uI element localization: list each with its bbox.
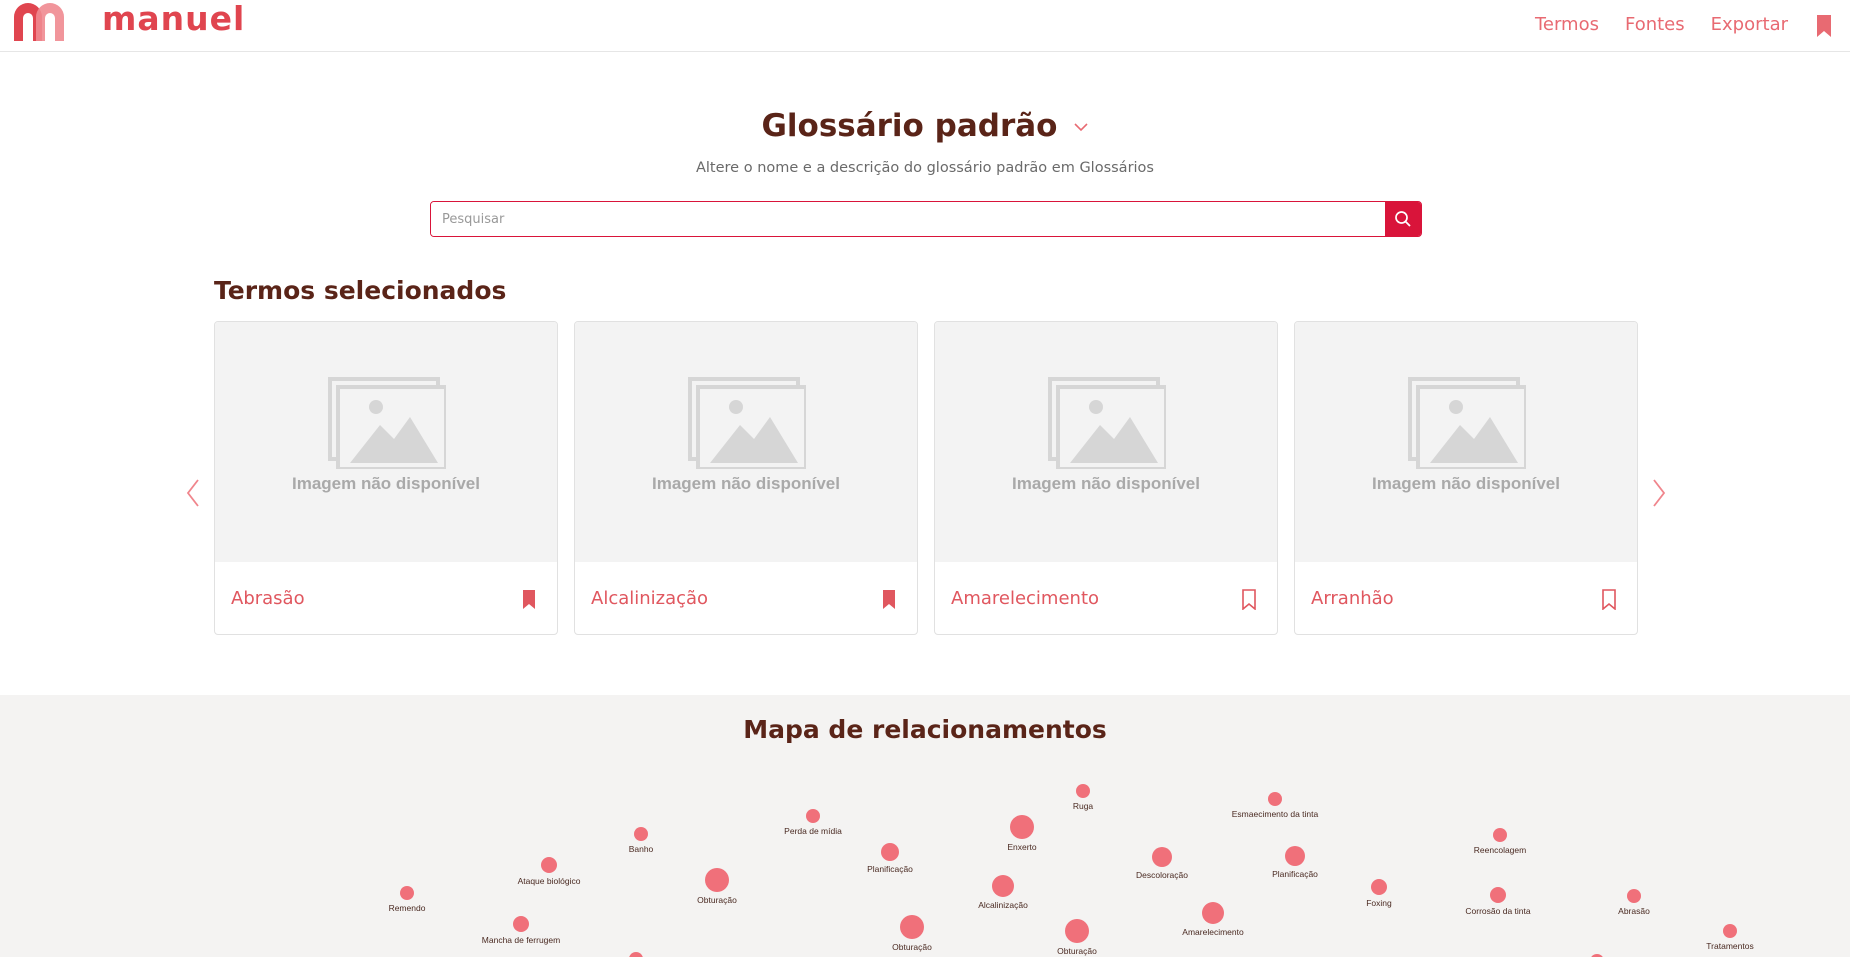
bookmark-outline-icon[interactable]: [1241, 589, 1257, 610]
map-node-dot[interactable]: [1490, 887, 1506, 903]
carousel-next-arrow-icon[interactable]: [1651, 478, 1667, 508]
map-node-dot[interactable]: [1065, 919, 1089, 943]
nav-fontes[interactable]: Fontes: [1625, 14, 1685, 35]
top-bar: manuel Termos Fontes Exportar: [0, 0, 1850, 52]
term-card[interactable]: Imagem não disponível Arranhão: [1294, 321, 1638, 635]
map-node-label: Banho: [628, 844, 654, 854]
map-node-dot[interactable]: [705, 868, 729, 892]
map-node-dot[interactable]: [1627, 889, 1641, 903]
image-unavailable-label: Imagem não disponível: [652, 474, 840, 493]
map-node-dot[interactable]: [881, 843, 899, 861]
map-node-label: Mancha de ferrugem: [481, 935, 561, 945]
map-node-dot[interactable]: [1371, 879, 1387, 895]
relationship-map: Mapa de relacionamentos Ruga Esmaecimento…: [0, 695, 1850, 957]
map-node-dot[interactable]: [513, 916, 529, 932]
map-node-label: Esmaecimento da tinta: [1231, 809, 1319, 819]
image-unavailable-icon: [688, 377, 806, 469]
map-node-label: Perda de mídia: [784, 826, 842, 836]
bookmark-icon[interactable]: [1814, 14, 1834, 38]
map-node-label: Alcalinização: [978, 900, 1028, 910]
map-node-label: Obturação: [892, 942, 932, 952]
image-unavailable-icon: [1408, 377, 1526, 469]
map-node-label: Amarelecimento: [1182, 927, 1244, 937]
image-unavailable-label: Imagem não disponível: [1372, 474, 1560, 493]
bookmark-outline-icon[interactable]: [1601, 589, 1617, 610]
page-title: Glossário padrão: [761, 108, 1058, 144]
term-card-title[interactable]: Arranhão: [1311, 588, 1394, 609]
map-node-label: Enxerto: [1007, 842, 1037, 852]
map-node-dot[interactable]: [400, 886, 414, 900]
map-node-dot[interactable]: [1152, 847, 1172, 867]
map-node-label: Ruga: [1072, 801, 1094, 811]
image-unavailable-label: Imagem não disponível: [1012, 474, 1200, 493]
nav-termos[interactable]: Termos: [1535, 14, 1599, 35]
image-placeholder: Imagem não disponível: [575, 322, 917, 562]
section-title-selected-terms: Termos selecionados: [214, 276, 507, 305]
image-placeholder: Imagem não disponível: [935, 322, 1277, 562]
search-input[interactable]: [431, 202, 1385, 236]
term-card[interactable]: Imagem não disponível Alcalinização: [574, 321, 918, 635]
map-node-label: Planificação: [1272, 869, 1318, 879]
glossary-subtitle: Altere o nome e a descrição do glossário…: [695, 160, 1154, 176]
map-node-dot[interactable]: [1010, 815, 1034, 839]
map-node-dot[interactable]: [1202, 902, 1224, 924]
map-node-label: Reencolagem: [1473, 845, 1527, 855]
image-unavailable-icon: [328, 377, 446, 469]
bookmark-filled-icon[interactable]: [521, 589, 537, 610]
map-node-label: Descoloração: [1136, 870, 1188, 880]
map-node-dot[interactable]: [1076, 784, 1090, 798]
search-button[interactable]: [1385, 202, 1421, 236]
search-bar: [430, 201, 1422, 237]
image-unavailable-label: Imagem não disponível: [292, 474, 480, 493]
logo-text: manuel: [102, 0, 246, 38]
map-node-label: Ataque biológico: [517, 876, 581, 886]
card-footer: Abrasão: [215, 562, 557, 634]
nav-exportar[interactable]: Exportar: [1711, 14, 1788, 35]
term-card[interactable]: Imagem não disponível Abrasão: [214, 321, 558, 635]
map-node-label: Foxing: [1366, 898, 1392, 908]
term-card[interactable]: Imagem não disponível Amarelecimento: [934, 321, 1278, 635]
map-node-label: Remendo: [388, 903, 426, 913]
map-node-dot[interactable]: [541, 857, 557, 873]
carousel-prev-arrow-icon[interactable]: [185, 478, 201, 508]
bookmark-filled-icon[interactable]: [881, 589, 897, 610]
term-carousel: Imagem não disponível Abrasão Imagem não d…: [214, 321, 1638, 635]
search-icon: [1395, 211, 1411, 227]
term-card-title[interactable]: Abrasão: [231, 588, 305, 609]
map-node-label: Planificação: [867, 864, 913, 874]
map-node-dot[interactable]: [992, 875, 1014, 897]
map-node-dot[interactable]: [1285, 846, 1305, 866]
term-card-title[interactable]: Amarelecimento: [951, 588, 1099, 609]
image-placeholder: Imagem não disponível: [215, 322, 557, 562]
map-node-label: Tratamentos: [1706, 941, 1754, 951]
map-node-dot[interactable]: [806, 809, 820, 823]
logo-mark-icon: [14, 3, 64, 41]
map-node-dot[interactable]: [1493, 828, 1507, 842]
card-footer: Arranhão: [1295, 562, 1637, 634]
main-nav: Termos Fontes Exportar: [1535, 14, 1788, 35]
map-node-dot[interactable]: [1723, 924, 1737, 938]
map-node-dot[interactable]: [634, 827, 648, 841]
map-node-label: Obturação: [1057, 946, 1097, 956]
map-node-dot[interactable]: [629, 952, 643, 957]
card-footer: Amarelecimento: [935, 562, 1277, 634]
map-node-dot[interactable]: [1268, 792, 1282, 806]
image-placeholder: Imagem não disponível: [1295, 322, 1637, 562]
logo[interactable]: manuel: [14, 0, 244, 41]
map-node-label: Obturação: [697, 895, 737, 905]
map-node-label: Corrosão da tinta: [1465, 906, 1531, 916]
chevron-down-icon[interactable]: [1073, 122, 1089, 132]
glossary-title-row: Glossário padrão: [0, 108, 1850, 144]
map-node-dot[interactable]: [900, 915, 924, 939]
map-title: Mapa de relacionamentos: [743, 715, 1107, 744]
card-footer: Alcalinização: [575, 562, 917, 634]
map-node-label: Abrasão: [1618, 906, 1650, 916]
term-card-title[interactable]: Alcalinização: [591, 588, 708, 609]
image-unavailable-icon: [1048, 377, 1166, 469]
